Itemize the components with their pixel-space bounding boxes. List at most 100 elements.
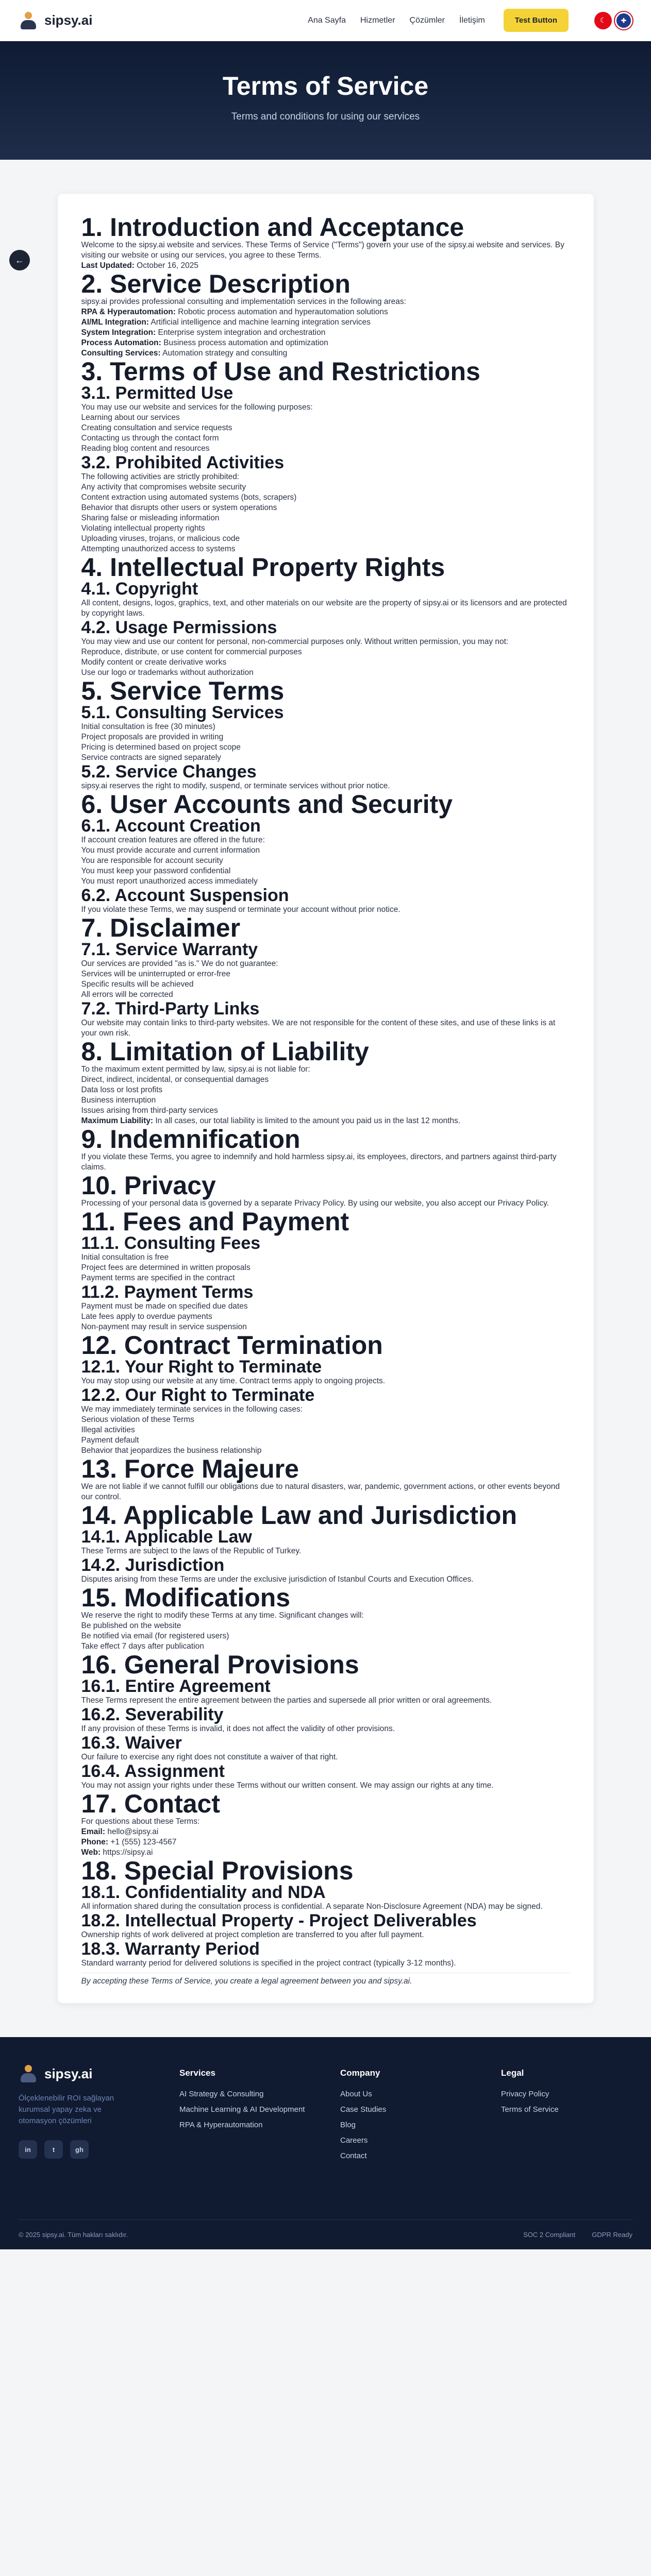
section-heading: 14. Applicable Law and Jurisdiction (81, 1501, 518, 1530)
key-label: Phone: (81, 1838, 109, 1846)
footer-link-contact[interactable]: Contact (340, 2148, 501, 2164)
section-heading: 18. Special Provisions (81, 1856, 354, 1885)
subsection-heading: 12.1. Your Right to Terminate (81, 1357, 322, 1377)
paragraph: If any provision of these Terms is inval… (81, 1724, 395, 1733)
nav-link-home[interactable]: Ana Sayfa (308, 16, 346, 25)
footer-link-case-studies[interactable]: Case Studies (340, 2102, 501, 2117)
list-item: Business interruption (81, 1096, 156, 1105)
nav-links: Ana Sayfa Hizmetler Çözümler İletişim Te… (308, 9, 632, 32)
list-item: Learning about our services (81, 413, 180, 422)
key-value-line: Process Automation: Business process aut… (81, 338, 570, 348)
key-label: Consulting Services: (81, 349, 161, 358)
subsection-heading: 14.2. Jurisdiction (81, 1555, 225, 1575)
list-item: You are responsible for account security (81, 856, 223, 865)
footer-link-rpa[interactable]: RPA & Hyperautomation (179, 2117, 340, 2133)
paragraph: All content, designs, logos, graphics, t… (81, 599, 567, 618)
value-text: In all cases, our total liability is lim… (155, 1116, 461, 1125)
footer-brand-name: sipsy.ai (44, 2065, 93, 2081)
footer-link-ml-development[interactable]: Machine Learning & AI Development (179, 2102, 340, 2117)
linkedin-icon[interactable]: in (19, 2140, 37, 2159)
list-item: All errors will be corrected (81, 990, 173, 999)
copyright-text: © 2025 sipsy.ai. Tüm hakları saklıdır. (19, 2231, 128, 2239)
nav-link-services[interactable]: Hizmetler (360, 16, 395, 25)
list-item: Be published on the website (81, 1621, 181, 1630)
flag-tr-icon[interactable]: ☾ (594, 11, 612, 29)
bullet-list: Initial consultation is free (30 minutes… (81, 722, 570, 763)
nav-link-solutions[interactable]: Çözümler (410, 16, 445, 25)
social-links: in t gh (19, 2140, 179, 2159)
key-value-line: Phone: +1 (555) 123-4567 (81, 1837, 570, 1848)
value-text: Robotic process automation and hyperauto… (178, 308, 388, 316)
key-value-line: Email: hello@sipsy.ai (81, 1827, 570, 1837)
list-item: You must provide accurate and current in… (81, 846, 260, 855)
list-item: Illegal activities (81, 1426, 135, 1434)
paragraph: We may immediately terminate services in… (81, 1405, 303, 1414)
bullet-list: Learning about our services Creating cons… (81, 413, 570, 454)
subsection-heading: 14.1. Applicable Law (81, 1527, 252, 1547)
github-icon[interactable]: gh (70, 2140, 89, 2159)
bullet-list: Reproduce, distribute, or use content fo… (81, 647, 570, 678)
value-text: Business process automation and optimiza… (163, 338, 328, 347)
subsection-heading: 11.2. Payment Terms (81, 1282, 254, 1302)
subsection-heading: 3.1. Permitted Use (81, 383, 233, 403)
list-item: You must report unauthorized access imme… (81, 877, 258, 886)
paragraph: You may use our website and services for… (81, 403, 313, 412)
list-item: Project proposals are provided in writin… (81, 733, 224, 741)
brand-link[interactable]: sipsy.ai (19, 11, 92, 30)
paragraph: Welcome to the sipsy.ai website and serv… (81, 241, 564, 260)
footer-link-careers[interactable]: Careers (340, 2133, 501, 2148)
footer-link-privacy[interactable]: Privacy Policy (501, 2087, 635, 2102)
soc2-badge: SOC 2 Compliant (523, 2231, 576, 2239)
brand-name: sipsy.ai (44, 12, 93, 28)
gdpr-badge: GDPR Ready (592, 2231, 632, 2239)
subsection-heading: 16.4. Assignment (81, 1761, 225, 1781)
subsection-heading: 16.3. Waiver (81, 1733, 182, 1753)
list-item: Serious violation of these Terms (81, 1415, 194, 1424)
bullet-list: Payment must be made on specified due da… (81, 1301, 570, 1332)
section-heading: 4. Intellectual Property Rights (81, 553, 445, 582)
footer-services-title: Services (179, 2068, 215, 2078)
footer-link-ai-strategy[interactable]: AI Strategy & Consulting (179, 2087, 340, 2102)
subsection-heading: 4.1. Copyright (81, 579, 198, 599)
paragraph: sipsy.ai provides professional consultin… (81, 297, 406, 306)
list-item: Creating consultation and service reques… (81, 423, 232, 432)
test-button[interactable]: Test Button (503, 9, 569, 32)
list-item: Behavior that disrupts other users or sy… (81, 503, 277, 512)
subsection-heading: 7.1. Service Warranty (81, 940, 258, 959)
value-text: October 16, 2025 (137, 261, 198, 270)
paragraph: All information shared during the consul… (81, 1902, 543, 1911)
flag-en-icon[interactable]: ✚ (615, 11, 632, 29)
nav-link-contact[interactable]: İletişim (459, 16, 485, 25)
list-item: Pricing is determined based on project s… (81, 743, 241, 752)
footer-link-blog[interactable]: Blog (340, 2117, 501, 2133)
subsection-heading: 18.3. Warranty Period (81, 1939, 260, 1959)
list-item: Direct, indirect, incidental, or consequ… (81, 1075, 269, 1084)
bullet-list: Serious violation of these Terms Illegal … (81, 1415, 570, 1456)
footer-company-column: Company About Us Case Studies Blog Caree… (340, 2064, 501, 2164)
paragraph: You may stop using our website at any ti… (81, 1377, 386, 1385)
language-switcher: ☾ ✚ (594, 11, 632, 29)
subsection-heading: 5.1. Consulting Services (81, 703, 284, 722)
bullet-list: Services will be uninterrupted or error-… (81, 969, 570, 1000)
section-heading: 6. User Accounts and Security (81, 790, 453, 819)
key-label: System Integration: (81, 328, 156, 337)
section-heading: 16. General Provisions (81, 1650, 359, 1679)
footer-link-terms[interactable]: Terms of Service (501, 2102, 635, 2117)
key-label: RPA & Hyperautomation: (81, 308, 176, 316)
footer-bottom-bar: © 2025 sipsy.ai. Tüm hakları saklıdır. S… (19, 2219, 632, 2249)
section-heading: 2. Service Description (81, 269, 350, 298)
list-item: Payment default (81, 1436, 139, 1445)
paragraph: Standard warranty period for delivered s… (81, 1959, 456, 1968)
section-heading: 9. Indemnification (81, 1125, 301, 1154)
footer-brand[interactable]: sipsy.ai (19, 2064, 179, 2083)
section-heading: 13. Force Majeure (81, 1454, 299, 1483)
key-label: Last Updated: (81, 261, 135, 270)
twitter-icon[interactable]: t (44, 2140, 63, 2159)
section-heading: 1. Introduction and Acceptance (81, 213, 464, 242)
footer-link-about[interactable]: About Us (340, 2087, 501, 2102)
back-arrow-icon[interactable]: ← (9, 250, 30, 270)
list-item: Sharing false or misleading information (81, 514, 220, 522)
section-heading: 3. Terms of Use and Restrictions (81, 357, 480, 386)
value-text: https://sipsy.ai (103, 1848, 153, 1857)
section-heading: 5. Service Terms (81, 676, 285, 705)
